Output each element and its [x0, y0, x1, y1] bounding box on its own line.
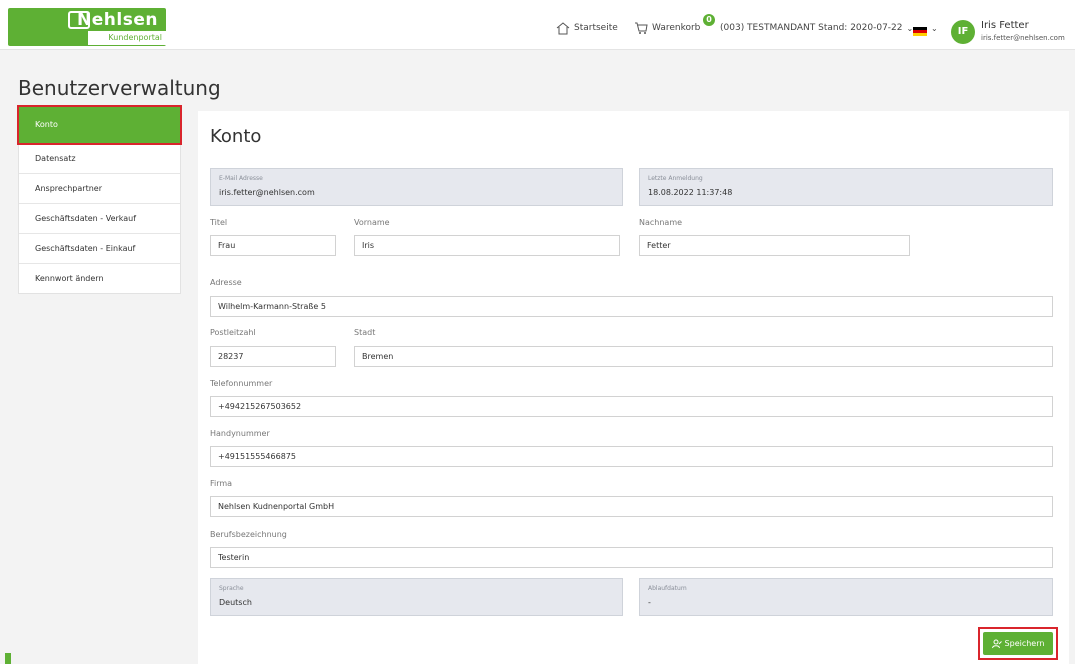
- handynummer-input[interactable]: +49151555466875: [210, 446, 1053, 467]
- ablaufdatum-readonly-field: Ablaufdatum -: [639, 578, 1053, 616]
- vorname-input[interactable]: Iris: [354, 235, 620, 256]
- user-avatar[interactable]: IF: [951, 20, 975, 44]
- telefonnummer-input[interactable]: +494215267503652: [210, 396, 1053, 417]
- page-title: Benutzerverwaltung: [18, 76, 221, 100]
- save-button-label: Speichern: [1004, 639, 1045, 648]
- firma-label: Firma: [210, 479, 233, 488]
- telefonnummer-label: Telefonnummer: [210, 379, 273, 388]
- vorname-label: Vorname: [354, 218, 390, 227]
- cart-count-badge: 0: [703, 14, 715, 26]
- sidebar: Konto Datensatz Ansprechpartner Geschäft…: [17, 105, 182, 294]
- last-login-value: 18.08.2022 11:37:48: [648, 188, 733, 197]
- top-navigation-bar: Nehlsen Kundenportal Startseite Warenkor…: [0, 0, 1075, 50]
- berufsbezeichnung-label: Berufsbezeichnung: [210, 530, 287, 539]
- home-link-label: Startseite: [574, 23, 618, 33]
- sidebar-item-kennwort-aendern[interactable]: Kennwort ändern: [19, 263, 180, 293]
- nehlsen-logo[interactable]: Nehlsen Kundenportal: [8, 8, 166, 46]
- nachname-label: Nachname: [639, 218, 683, 227]
- sidebar-item-datensatz[interactable]: Datensatz: [19, 143, 180, 173]
- tenant-label: (003) TESTMANDANT Stand: 2020-07-22: [720, 23, 903, 33]
- user-email: iris.fetter@nehlsen.com: [981, 34, 1065, 42]
- account-form-panel: Konto E-Mail Adresse iris.fetter@nehlsen…: [198, 111, 1069, 664]
- germany-flag-icon[interactable]: [913, 27, 927, 36]
- sidebar-item-geschaeftsdaten-einkauf[interactable]: Geschäftsdaten - Einkauf: [19, 233, 180, 263]
- adresse-input[interactable]: Wilhelm-Karmann-Straße 5: [210, 296, 1053, 317]
- firma-input[interactable]: Nehlsen Kudnenportal GmbH: [210, 496, 1053, 517]
- cart-link[interactable]: Warenkorb: [634, 20, 700, 36]
- save-button-highlight: Speichern: [978, 627, 1058, 660]
- postleitzahl-input[interactable]: 28237: [210, 346, 336, 367]
- feedback-tab[interactable]: [5, 653, 11, 664]
- shopping-cart-icon: [635, 22, 648, 34]
- tenant-selector[interactable]: (003) TESTMANDANT Stand: 2020-07-22 ⌄: [720, 20, 913, 36]
- last-login-readonly-field: Letzte Anmeldung 18.08.2022 11:37:48: [639, 168, 1053, 206]
- sidebar-item-konto[interactable]: Konto: [17, 105, 182, 145]
- adresse-label: Adresse: [210, 278, 242, 287]
- email-label: E-Mail Adresse: [219, 175, 263, 182]
- sprache-readonly-field: Sprache Deutsch: [210, 578, 623, 616]
- last-login-label: Letzte Anmeldung: [648, 175, 703, 182]
- stadt-input[interactable]: Bremen: [354, 346, 1053, 367]
- nachname-input[interactable]: Fetter: [639, 235, 910, 256]
- sidebar-item-geschaeftsdaten-verkauf[interactable]: Geschäftsdaten - Verkauf: [19, 203, 180, 233]
- berufsbezeichnung-input[interactable]: Testerin: [210, 547, 1053, 568]
- titel-input[interactable]: Frau: [210, 235, 336, 256]
- postleitzahl-label: Postleitzahl: [210, 328, 256, 337]
- sidebar-item-ansprechpartner[interactable]: Ansprechpartner: [19, 173, 180, 203]
- logo-subtitle: Kundenportal: [88, 31, 166, 45]
- ablaufdatum-value: -: [648, 598, 651, 607]
- ablaufdatum-label: Ablaufdatum: [648, 585, 687, 592]
- save-button[interactable]: Speichern: [983, 632, 1053, 655]
- sprache-label: Sprache: [219, 585, 244, 592]
- user-edit-icon: [991, 639, 1002, 648]
- stadt-label: Stadt: [354, 328, 376, 337]
- home-link[interactable]: Startseite: [556, 20, 618, 36]
- user-name[interactable]: Iris Fetter: [981, 20, 1029, 31]
- titel-label: Titel: [210, 218, 228, 227]
- home-icon: [556, 21, 570, 34]
- language-chevron-down-icon[interactable]: ⌄: [931, 24, 938, 33]
- cart-link-label: Warenkorb: [652, 23, 701, 33]
- form-title: Konto: [210, 126, 262, 147]
- handynummer-label: Handynummer: [210, 429, 270, 438]
- sprache-value: Deutsch: [219, 598, 252, 607]
- logo-brand-name: Nehlsen: [77, 10, 158, 30]
- email-value: iris.fetter@nehlsen.com: [219, 188, 315, 197]
- email-readonly-field: E-Mail Adresse iris.fetter@nehlsen.com: [210, 168, 623, 206]
